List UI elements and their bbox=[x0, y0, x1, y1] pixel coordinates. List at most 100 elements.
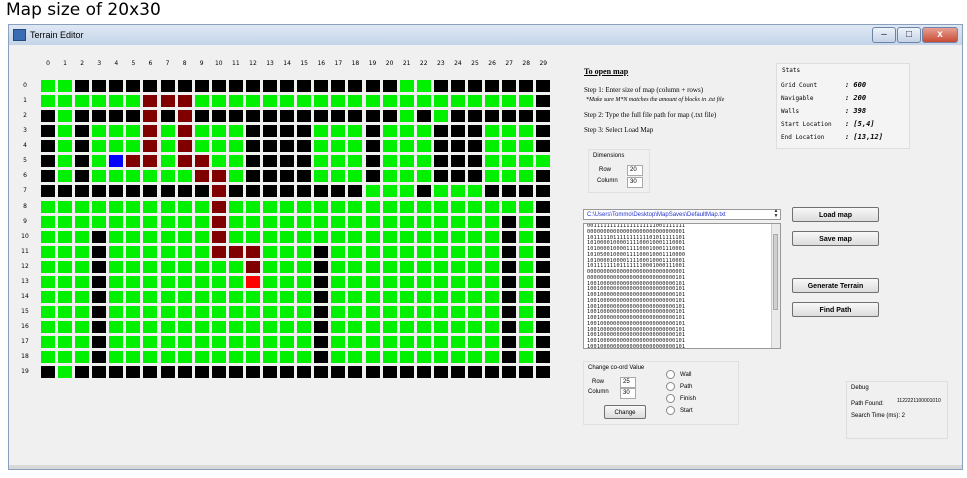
open-cell[interactable] bbox=[297, 321, 312, 334]
open-cell[interactable] bbox=[468, 260, 482, 273]
open-cell[interactable] bbox=[399, 155, 414, 168]
open-cell[interactable] bbox=[58, 230, 73, 243]
wall-cell[interactable] bbox=[177, 80, 192, 92]
wall-cell[interactable] bbox=[41, 170, 55, 183]
open-cell[interactable] bbox=[348, 336, 363, 349]
open-cell[interactable] bbox=[92, 215, 107, 228]
open-cell[interactable] bbox=[450, 200, 465, 213]
open-cell[interactable] bbox=[194, 95, 209, 108]
open-cell[interactable] bbox=[263, 351, 278, 364]
open-cell[interactable] bbox=[519, 351, 534, 364]
wall-cell[interactable] bbox=[263, 125, 278, 138]
wall-cell[interactable] bbox=[263, 366, 278, 379]
wall-cell[interactable] bbox=[331, 366, 346, 379]
radio-path[interactable]: Path bbox=[666, 382, 692, 391]
open-cell[interactable] bbox=[228, 230, 243, 243]
open-cell[interactable] bbox=[263, 230, 278, 243]
scrollbar-thumb[interactable] bbox=[773, 234, 778, 310]
open-cell[interactable] bbox=[228, 290, 243, 303]
open-cell[interactable] bbox=[194, 125, 209, 138]
open-cell[interactable] bbox=[58, 125, 73, 138]
open-cell[interactable] bbox=[433, 95, 448, 108]
open-cell[interactable] bbox=[109, 351, 124, 364]
path-cell[interactable] bbox=[160, 95, 175, 108]
open-cell[interactable] bbox=[382, 336, 397, 349]
open-cell[interactable] bbox=[126, 275, 141, 288]
open-cell[interactable] bbox=[126, 140, 141, 153]
open-cell[interactable] bbox=[41, 245, 55, 258]
wall-cell[interactable] bbox=[382, 110, 397, 123]
wall-cell[interactable] bbox=[502, 260, 517, 273]
wall-cell[interactable] bbox=[228, 110, 243, 123]
wall-cell[interactable] bbox=[450, 140, 465, 153]
wall-cell[interactable] bbox=[536, 275, 551, 288]
open-cell[interactable] bbox=[194, 200, 209, 213]
open-cell[interactable] bbox=[228, 306, 243, 319]
open-cell[interactable] bbox=[399, 245, 414, 258]
wall-cell[interactable] bbox=[536, 80, 551, 92]
change-column-input[interactable]: 30 bbox=[620, 388, 636, 399]
open-cell[interactable] bbox=[160, 321, 175, 334]
open-cell[interactable] bbox=[382, 170, 397, 183]
open-cell[interactable] bbox=[194, 140, 209, 153]
open-cell[interactable] bbox=[365, 321, 380, 334]
wall-cell[interactable] bbox=[228, 80, 243, 92]
open-cell[interactable] bbox=[382, 260, 397, 273]
wall-cell[interactable] bbox=[502, 336, 517, 349]
wall-cell[interactable] bbox=[228, 366, 243, 379]
wall-cell[interactable] bbox=[280, 80, 295, 92]
wall-cell[interactable] bbox=[314, 245, 329, 258]
open-cell[interactable] bbox=[485, 95, 500, 108]
open-cell[interactable] bbox=[297, 260, 312, 273]
open-cell[interactable] bbox=[416, 290, 431, 303]
path-cell[interactable] bbox=[228, 245, 243, 258]
open-cell[interactable] bbox=[314, 200, 329, 213]
open-cell[interactable] bbox=[126, 260, 141, 273]
open-cell[interactable] bbox=[109, 125, 124, 138]
open-cell[interactable] bbox=[228, 260, 243, 273]
open-cell[interactable] bbox=[382, 185, 397, 198]
open-cell[interactable] bbox=[331, 95, 346, 108]
open-cell[interactable] bbox=[228, 170, 243, 183]
open-cell[interactable] bbox=[143, 170, 158, 183]
open-cell[interactable] bbox=[177, 200, 192, 213]
open-cell[interactable] bbox=[58, 306, 73, 319]
wall-cell[interactable] bbox=[92, 321, 107, 334]
open-cell[interactable] bbox=[58, 110, 73, 123]
wall-cell[interactable] bbox=[211, 110, 226, 123]
open-cell[interactable] bbox=[314, 125, 329, 138]
open-cell[interactable] bbox=[126, 200, 141, 213]
open-cell[interactable] bbox=[416, 306, 431, 319]
open-cell[interactable] bbox=[314, 140, 329, 153]
open-cell[interactable] bbox=[519, 170, 534, 183]
open-cell[interactable] bbox=[41, 95, 55, 108]
wall-cell[interactable] bbox=[280, 155, 295, 168]
wall-cell[interactable] bbox=[519, 185, 534, 198]
open-cell[interactable] bbox=[75, 321, 90, 334]
open-cell[interactable] bbox=[331, 260, 346, 273]
open-cell[interactable] bbox=[331, 155, 346, 168]
wall-cell[interactable] bbox=[92, 110, 107, 123]
open-cell[interactable] bbox=[41, 230, 55, 243]
wall-cell[interactable] bbox=[297, 155, 312, 168]
open-cell[interactable] bbox=[399, 321, 414, 334]
open-cell[interactable] bbox=[365, 200, 380, 213]
open-cell[interactable] bbox=[280, 275, 295, 288]
open-cell[interactable] bbox=[160, 290, 175, 303]
wall-cell[interactable] bbox=[245, 155, 260, 168]
open-cell[interactable] bbox=[143, 200, 158, 213]
open-cell[interactable] bbox=[160, 125, 175, 138]
wall-cell[interactable] bbox=[92, 290, 107, 303]
open-cell[interactable] bbox=[280, 321, 295, 334]
open-cell[interactable] bbox=[92, 155, 107, 168]
open-cell[interactable] bbox=[280, 215, 295, 228]
wall-cell[interactable] bbox=[109, 110, 124, 123]
open-cell[interactable] bbox=[211, 95, 226, 108]
wall-cell[interactable] bbox=[536, 321, 551, 334]
open-cell[interactable] bbox=[211, 260, 226, 273]
open-cell[interactable] bbox=[280, 351, 295, 364]
wall-cell[interactable] bbox=[536, 125, 551, 138]
open-cell[interactable] bbox=[416, 245, 431, 258]
generate-terrain-button[interactable]: Generate Terrain bbox=[792, 278, 879, 293]
open-cell[interactable] bbox=[126, 95, 141, 108]
